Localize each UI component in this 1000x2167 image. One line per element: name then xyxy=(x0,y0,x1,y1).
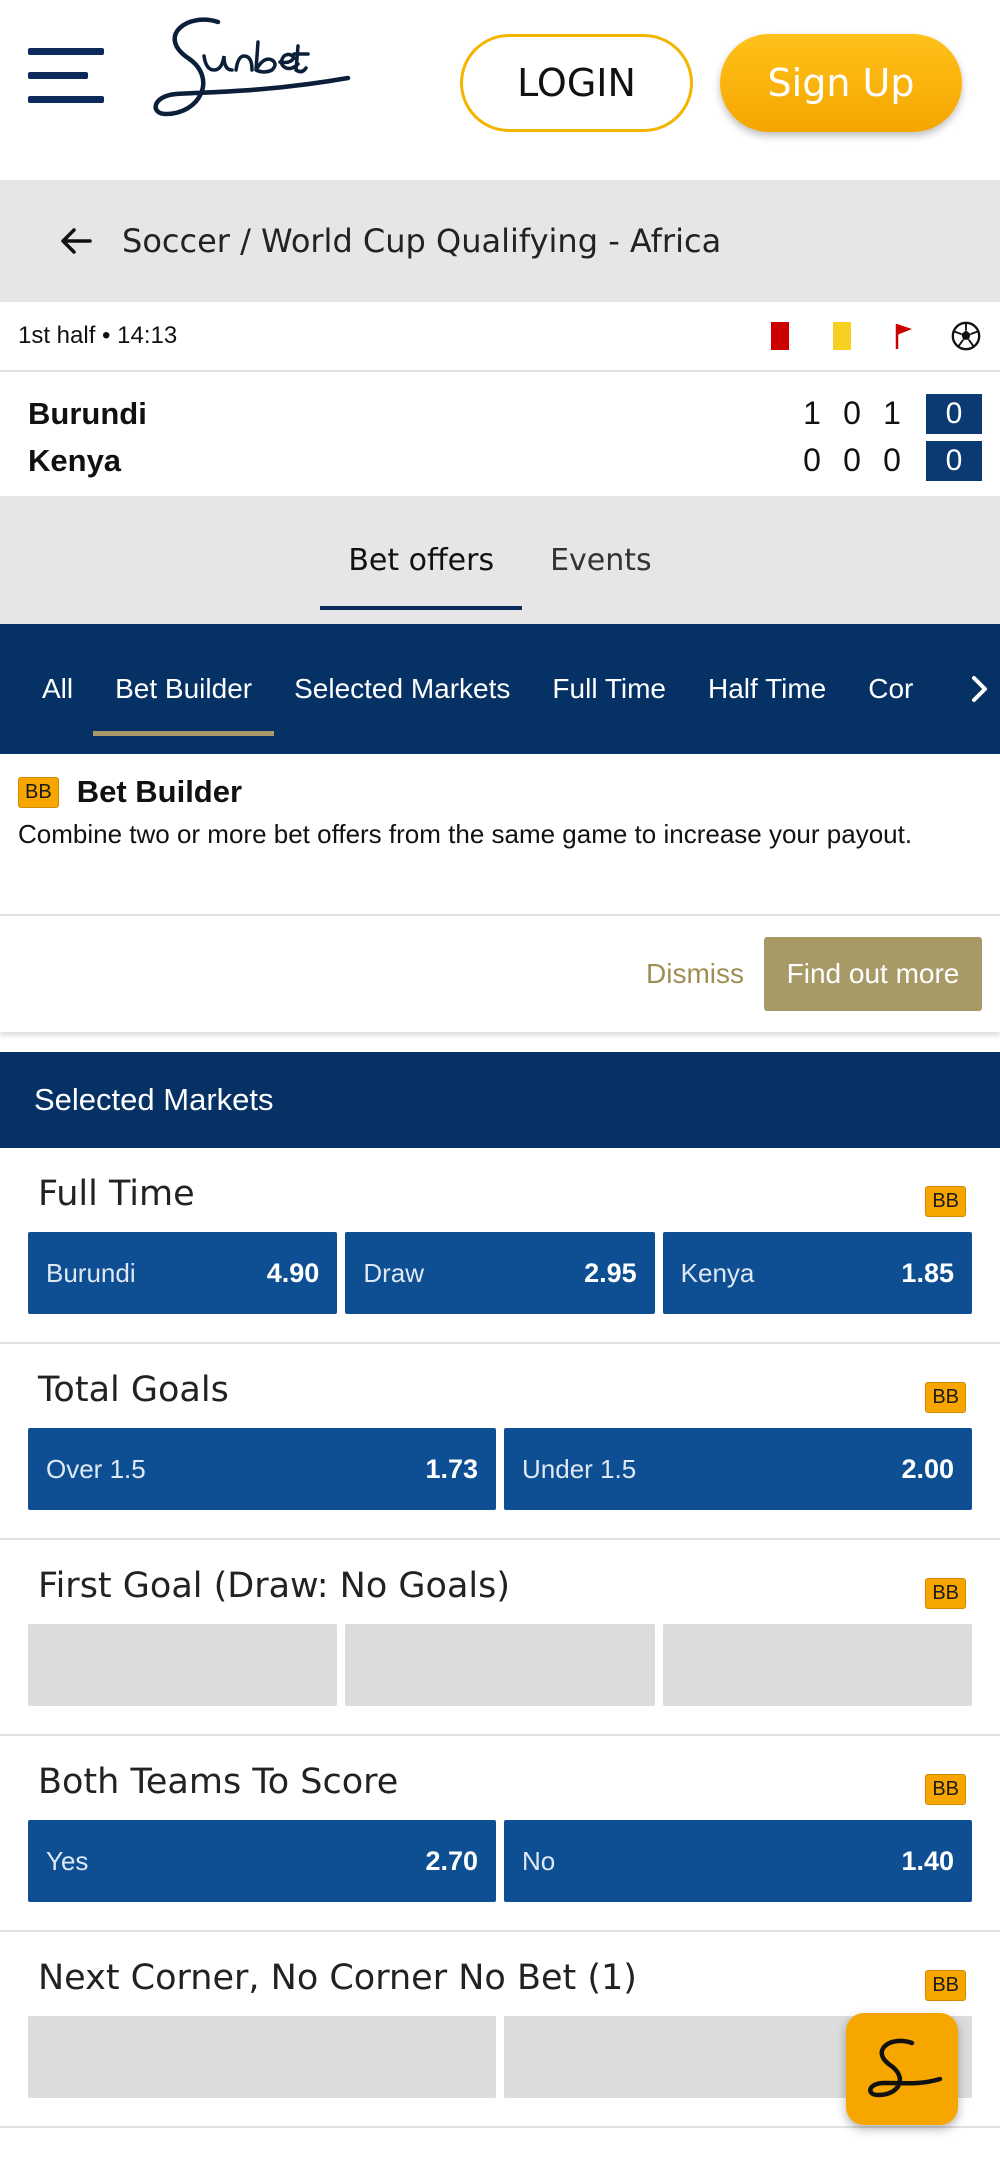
home-team-name: Burundi xyxy=(28,395,147,431)
find-out-more-button[interactable]: Find out more xyxy=(764,937,982,1011)
market-nav-all[interactable]: All xyxy=(42,624,73,754)
home-score: 0 xyxy=(926,393,982,434)
back-arrow-icon[interactable] xyxy=(56,221,96,261)
bb-badge: BB xyxy=(925,1578,966,1609)
market-full-time: Full Time BB Burundi 4.90 Draw 2.95 Keny… xyxy=(0,1148,1000,1344)
odds-label: Burundi xyxy=(46,1257,136,1288)
away-score: 0 xyxy=(926,440,982,481)
signup-button[interactable]: Sign Up xyxy=(720,34,962,132)
selected-markets-header: Selected Markets xyxy=(0,1052,1000,1148)
bet-builder-actions: Dismiss Find out more xyxy=(0,916,1000,1032)
scoreboard: Burundi 1 0 1 0 Kenya 0 0 0 0 xyxy=(0,372,1000,496)
breadcrumb: Soccer / World Cup Qualifying - Africa xyxy=(0,180,1000,302)
bb-badge: BB xyxy=(925,1186,966,1217)
bb-badge: BB xyxy=(925,1382,966,1413)
market-title: Total Goals xyxy=(38,1370,229,1410)
odds-price: 2.95 xyxy=(584,1257,637,1288)
market-title: Next Corner, No Corner No Bet (1) xyxy=(38,1958,637,1998)
sunbet-logo[interactable] xyxy=(148,6,358,126)
odds-button-yes[interactable]: Yes 2.70 xyxy=(28,1820,496,1902)
market-title: Full Time xyxy=(38,1174,195,1214)
odds-price: 2.70 xyxy=(425,1845,478,1876)
dismiss-button[interactable]: Dismiss xyxy=(646,958,744,990)
home-red-cards: 1 xyxy=(803,395,821,431)
bet-builder-info: BB Bet Builder Combine two or more bet o… xyxy=(0,754,1000,916)
market-first-goal: First Goal (Draw: No Goals) BB xyxy=(0,1540,1000,1736)
sunbet-chat-button[interactable] xyxy=(846,2013,958,2125)
away-red-cards: 0 xyxy=(803,442,821,478)
odds-price: 1.73 xyxy=(425,1453,478,1484)
login-button[interactable]: LOGIN xyxy=(460,34,693,132)
market-nav-full-time[interactable]: Full Time xyxy=(552,624,666,754)
bb-badge: BB xyxy=(18,776,59,808)
odds-label: Yes xyxy=(46,1845,89,1876)
away-team-name: Kenya xyxy=(28,442,122,478)
soccer-ball-icon xyxy=(950,319,982,353)
odds-placeholder xyxy=(662,1624,972,1706)
odds-price: 4.90 xyxy=(266,1257,320,1288)
odds-label: Kenya xyxy=(680,1257,755,1288)
odds-price: 2.00 xyxy=(901,1453,954,1484)
odds-label: Draw xyxy=(363,1257,424,1288)
odds-button-away[interactable]: Kenya 1.85 xyxy=(662,1232,972,1314)
market-nav-bet-builder[interactable]: Bet Builder xyxy=(93,624,275,754)
home-yellow-cards: 0 xyxy=(843,395,861,431)
market-nav: All Bet Builder Selected Markets Full Ti… xyxy=(0,624,1000,754)
market-both-teams-to-score: Both Teams To Score BB Yes 2.70 No 1.40 xyxy=(0,1736,1000,1932)
market-title: Both Teams To Score xyxy=(38,1762,399,1802)
top-header: LOGIN Sign Up xyxy=(0,0,1000,180)
away-corners: 0 xyxy=(883,442,901,478)
odds-button-no[interactable]: No 1.40 xyxy=(504,1820,972,1902)
bet-builder-description: Combine two or more bet offers from the … xyxy=(18,819,913,849)
market-nav-corners[interactable]: Cor xyxy=(868,624,913,754)
bb-badge: BB xyxy=(925,1774,966,1805)
odds-price: 1.85 xyxy=(901,1257,954,1288)
tab-bet-offers[interactable]: Bet offers xyxy=(320,510,522,610)
odds-placeholder xyxy=(28,2016,496,2098)
away-yellow-cards: 0 xyxy=(843,442,861,478)
odds-label: No xyxy=(522,1845,556,1876)
away-team-row: Kenya 0 0 0 0 xyxy=(28,437,982,484)
corner-flag-icon xyxy=(888,319,920,353)
odds-label: Under 1.5 xyxy=(522,1453,637,1484)
odds-button-under[interactable]: Under 1.5 2.00 xyxy=(504,1428,972,1510)
home-team-row: Burundi 1 0 1 0 xyxy=(28,390,982,437)
odds-placeholder xyxy=(28,1624,338,1706)
odds-placeholder xyxy=(345,1624,655,1706)
odds-price: 1.40 xyxy=(901,1845,954,1876)
match-time: 1st half • 14:13 xyxy=(18,322,178,349)
bet-tabs: Bet offers Events xyxy=(0,496,1000,624)
bb-badge: BB xyxy=(925,1970,966,2001)
live-status-bar: 1st half • 14:13 xyxy=(0,302,1000,372)
red-card-icon xyxy=(764,319,796,353)
sunbet-s-icon xyxy=(868,2038,943,2098)
market-nav-selected-markets[interactable]: Selected Markets xyxy=(294,624,510,754)
market-nav-half-time[interactable]: Half Time xyxy=(708,624,826,754)
market-title: First Goal (Draw: No Goals) xyxy=(38,1566,511,1606)
bet-builder-title: Bet Builder xyxy=(76,774,243,809)
yellow-card-icon xyxy=(826,319,858,353)
menu-icon[interactable] xyxy=(28,48,104,106)
tab-events[interactable]: Events xyxy=(522,510,680,610)
odds-button-draw[interactable]: Draw 2.95 xyxy=(345,1232,655,1314)
home-corners: 1 xyxy=(883,395,901,431)
chevron-right-icon[interactable] xyxy=(960,624,1000,754)
breadcrumb-path[interactable]: Soccer / World Cup Qualifying - Africa xyxy=(122,222,721,260)
odds-label: Over 1.5 xyxy=(46,1453,146,1484)
odds-button-home[interactable]: Burundi 4.90 xyxy=(28,1232,338,1314)
odds-button-over[interactable]: Over 1.5 1.73 xyxy=(28,1428,496,1510)
market-total-goals: Total Goals BB Over 1.5 1.73 Under 1.5 2… xyxy=(0,1344,1000,1540)
